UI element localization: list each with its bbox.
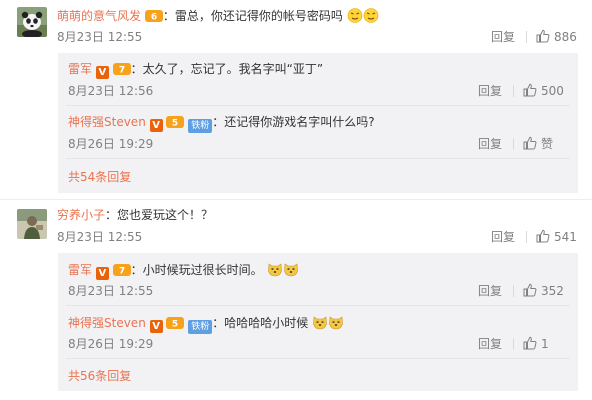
username-link[interactable]: 神得强Steven bbox=[68, 115, 146, 129]
username-link[interactable]: 神得强Steven bbox=[68, 316, 146, 330]
reply-body: 神得强Steven V 5 铁粉 ：还记得你游戏名字叫什么吗? bbox=[68, 114, 375, 133]
thumbs-up-icon bbox=[536, 29, 550, 43]
reply-body: 雷军 V 7 ：太久了，忘记了。我名字叫“亚丁” bbox=[68, 61, 323, 79]
doge-emoji-icon bbox=[267, 263, 282, 277]
reply-button[interactable]: 回复 bbox=[478, 136, 502, 152]
thumbs-up-icon bbox=[523, 336, 537, 350]
reply-button[interactable]: 回复 bbox=[478, 283, 502, 299]
reply-text: ：哈哈哈哈小时候 bbox=[212, 316, 309, 330]
comment-body: 穷养小子：您也爱玩这个！？ bbox=[57, 207, 213, 223]
like-count: 886 bbox=[554, 30, 577, 44]
svg-text:5: 5 bbox=[172, 320, 178, 330]
member-level-icon: 5 bbox=[166, 317, 185, 330]
svg-text:7: 7 bbox=[119, 267, 125, 277]
comment-text: ：雷总，你还记得你的帐号密码吗 bbox=[162, 9, 343, 23]
member-level-icon: 6 bbox=[144, 10, 163, 23]
action-separator bbox=[513, 138, 514, 150]
action-separator bbox=[513, 285, 514, 297]
svg-text:7: 7 bbox=[119, 66, 125, 76]
iron-fan-badge: 铁粉 bbox=[188, 119, 213, 133]
reply-text: ：太久了，忘记了。我名字叫“亚丁” bbox=[130, 62, 324, 76]
iron-fan-badge: 铁粉 bbox=[188, 320, 213, 334]
reply-button[interactable]: 回复 bbox=[478, 83, 502, 99]
svg-text:5: 5 bbox=[172, 119, 178, 129]
thumbs-up-icon bbox=[523, 83, 537, 97]
member-level-icon: 7 bbox=[112, 264, 131, 277]
like-count: 1 bbox=[541, 337, 549, 351]
thumbs-up-icon bbox=[536, 229, 550, 243]
like-count: 352 bbox=[541, 284, 564, 298]
comment-text: ：您也爱玩这个！？ bbox=[105, 208, 214, 222]
emoji-icon bbox=[347, 8, 362, 23]
reply-time: 8月26日 19:29 bbox=[68, 137, 154, 151]
like-count: 541 bbox=[554, 230, 577, 244]
reply-button[interactable]: 回复 bbox=[491, 229, 515, 245]
reply-time: 8月23日 12:56 bbox=[68, 84, 154, 98]
reply-body: 雷军 V 7 ：小时候玩过很长时间。 bbox=[68, 261, 299, 280]
reply-button[interactable]: 回复 bbox=[491, 29, 515, 45]
reply-text: ：还记得你游戏名字叫什么吗? bbox=[212, 115, 375, 129]
like-count: 500 bbox=[541, 84, 564, 98]
reply-text: ：小时候玩过很长时间。 bbox=[130, 263, 263, 277]
reply-body: 神得强Steven V 5 铁粉 ：哈哈哈哈小时候 bbox=[68, 314, 344, 334]
member-level-icon: 7 bbox=[112, 63, 131, 76]
username-link[interactable]: 雷军 bbox=[68, 263, 92, 277]
like-button[interactable]: 886 bbox=[536, 29, 577, 45]
verified-icon: V bbox=[95, 66, 109, 79]
thumbs-up-icon bbox=[523, 136, 537, 150]
verified-icon: V bbox=[95, 267, 109, 280]
member-level-icon: 5 bbox=[166, 116, 185, 129]
doge-emoji-icon bbox=[283, 263, 298, 277]
doge-emoji-icon bbox=[313, 316, 327, 330]
more-replies-link[interactable]: 共56条回复 bbox=[68, 368, 131, 384]
like-label: 赞 bbox=[541, 137, 554, 151]
username-link[interactable]: 雷军 bbox=[68, 62, 92, 76]
verified-icon: V bbox=[149, 320, 163, 333]
like-button[interactable]: 500 bbox=[523, 83, 564, 99]
action-separator bbox=[513, 338, 514, 350]
svg-text:6: 6 bbox=[151, 13, 157, 23]
like-button[interactable]: 541 bbox=[536, 229, 577, 245]
action-separator bbox=[526, 231, 527, 243]
avatar-user[interactable] bbox=[17, 209, 47, 239]
like-button[interactable]: 352 bbox=[523, 283, 564, 299]
action-separator bbox=[526, 31, 527, 43]
reply-section-2: 雷军 V 7 ：小时候玩过很长时间。 8月23日 12:55 回复 352 神得… bbox=[58, 253, 578, 391]
reply-button[interactable]: 回复 bbox=[478, 336, 502, 352]
like-button[interactable]: 赞 bbox=[523, 136, 553, 152]
divider bbox=[66, 305, 570, 306]
divider bbox=[66, 158, 570, 159]
divider bbox=[66, 358, 570, 359]
username-link[interactable]: 萌萌的意气风发 bbox=[57, 9, 141, 23]
action-separator bbox=[513, 85, 514, 97]
avatar-panda[interactable] bbox=[17, 7, 47, 37]
comment-time: 8月23日 12:55 bbox=[57, 30, 143, 44]
emoji-icon bbox=[363, 8, 378, 23]
comment-body: 萌萌的意气风发 6 ：雷总，你还记得你的帐号密码吗 bbox=[57, 7, 379, 24]
thumbs-up-icon bbox=[523, 283, 537, 297]
username-link[interactable]: 穷养小子 bbox=[57, 208, 105, 222]
reply-time: 8月23日 12:55 bbox=[68, 284, 154, 298]
reply-section-1: 雷军 V 7 ：太久了，忘记了。我名字叫“亚丁” 8月23日 12:56 回复 … bbox=[58, 53, 578, 193]
comment-time: 8月23日 12:55 bbox=[57, 230, 143, 244]
divider bbox=[0, 199, 592, 200]
doge-emoji-icon bbox=[329, 316, 343, 330]
reply-time: 8月26日 19:29 bbox=[68, 337, 154, 351]
divider bbox=[66, 105, 570, 106]
more-replies-link[interactable]: 共54条回复 bbox=[68, 169, 131, 185]
verified-icon: V bbox=[149, 119, 163, 132]
like-button[interactable]: 1 bbox=[523, 336, 549, 352]
